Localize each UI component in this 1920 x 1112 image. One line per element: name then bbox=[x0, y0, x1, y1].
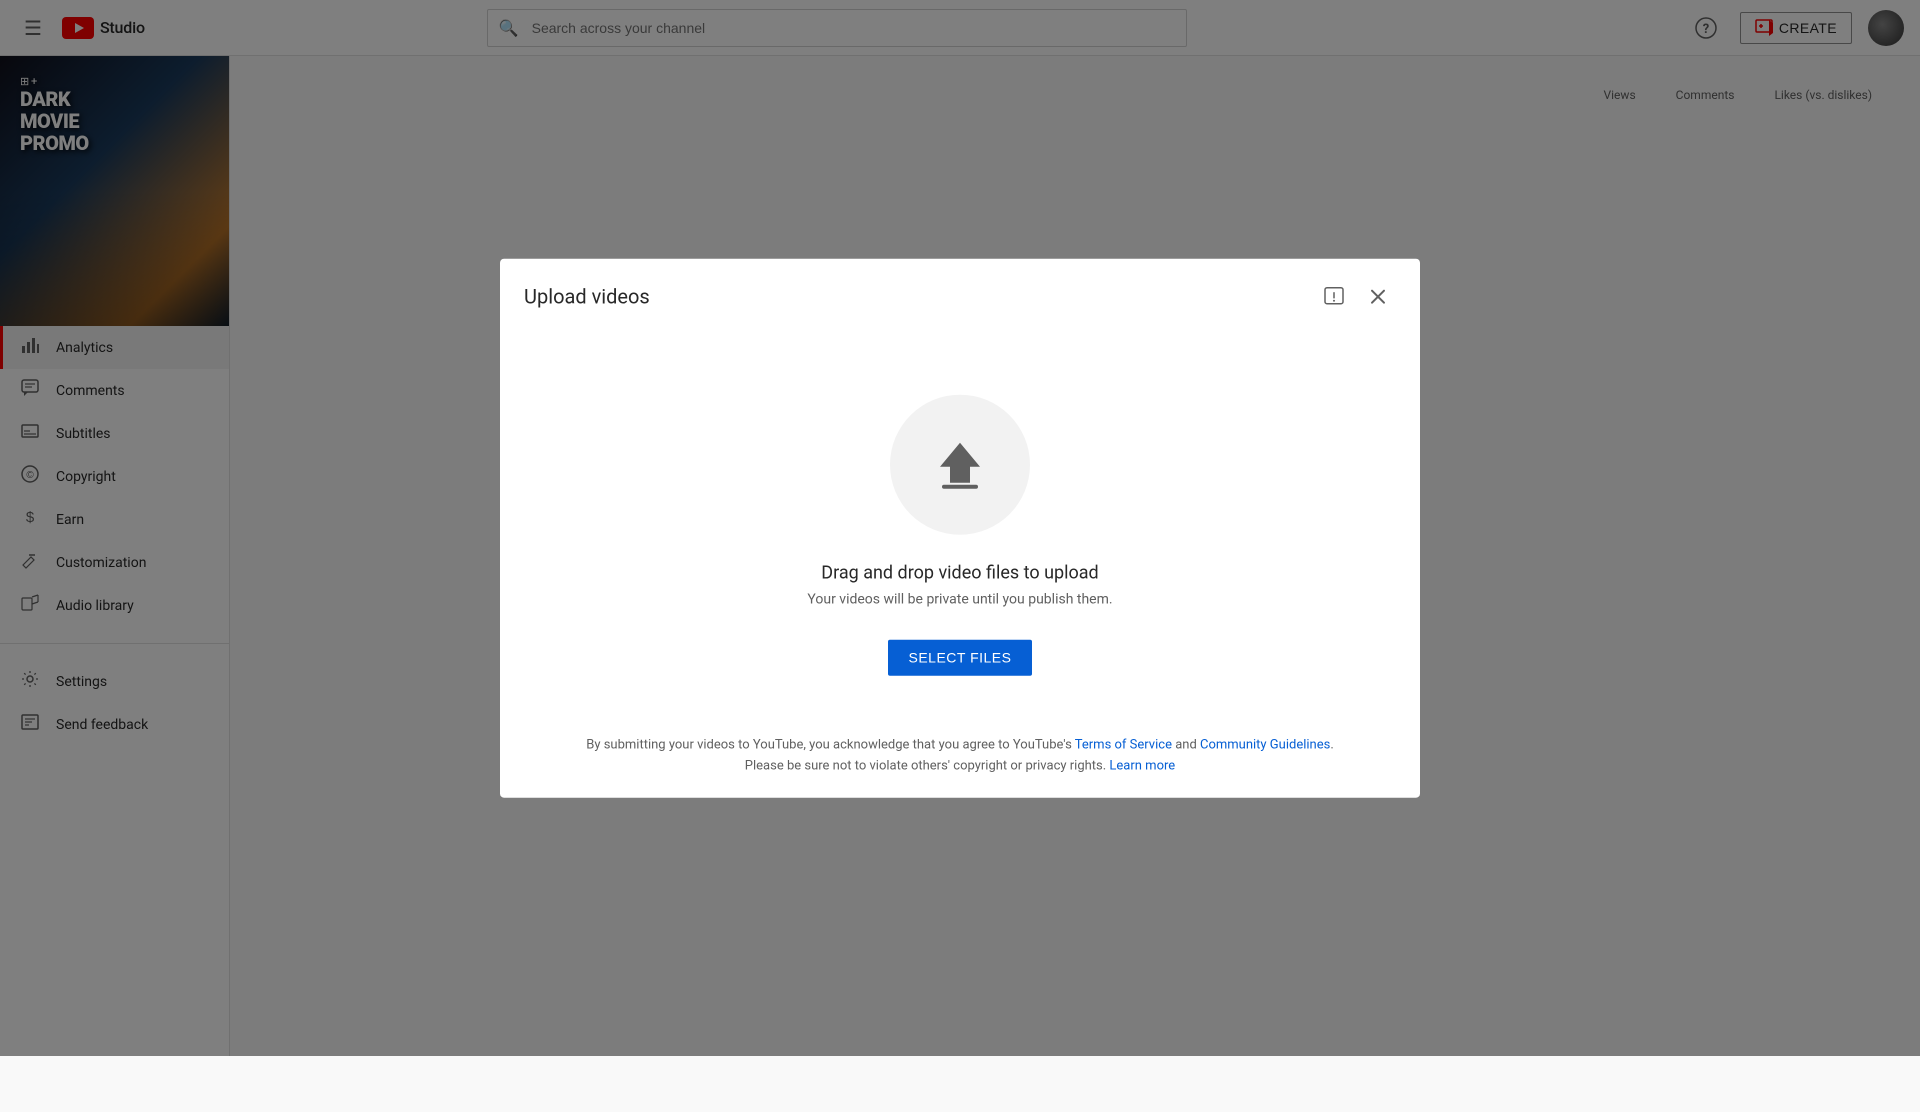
footer-period: . bbox=[1330, 738, 1333, 753]
footer-line1: By submitting your videos to YouTube, yo… bbox=[524, 736, 1396, 757]
private-text: Your videos will be private until you pu… bbox=[807, 592, 1112, 608]
drag-drop-text: Drag and drop video files to upload bbox=[821, 563, 1098, 584]
community-guidelines-link[interactable]: Community Guidelines bbox=[1200, 738, 1330, 753]
footer-line2: Please be sure not to violate others' co… bbox=[524, 757, 1396, 778]
modal-close-btn[interactable] bbox=[1360, 279, 1396, 315]
footer-text: By submitting your videos to YouTube, yo… bbox=[586, 738, 1075, 753]
modal-alert-btn[interactable] bbox=[1316, 279, 1352, 315]
modal-body: Drag and drop video files to upload Your… bbox=[500, 335, 1420, 716]
copyright-privacy-text: Please be sure not to violate others' co… bbox=[745, 759, 1110, 774]
modal-header-actions bbox=[1316, 279, 1396, 315]
learn-more-link[interactable]: Learn more bbox=[1109, 759, 1175, 774]
terms-link[interactable]: Terms of Service bbox=[1075, 738, 1172, 753]
modal-footer: By submitting your videos to YouTube, yo… bbox=[500, 716, 1420, 798]
footer-and: and bbox=[1172, 738, 1200, 753]
upload-arrow-icon bbox=[936, 439, 984, 491]
upload-drop-area[interactable] bbox=[890, 395, 1030, 535]
modal-title: Upload videos bbox=[524, 285, 650, 309]
modal-header: Upload videos bbox=[500, 259, 1420, 335]
select-files-button[interactable]: SELECT FILES bbox=[888, 640, 1031, 676]
upload-modal: Upload videos bbox=[500, 259, 1420, 798]
